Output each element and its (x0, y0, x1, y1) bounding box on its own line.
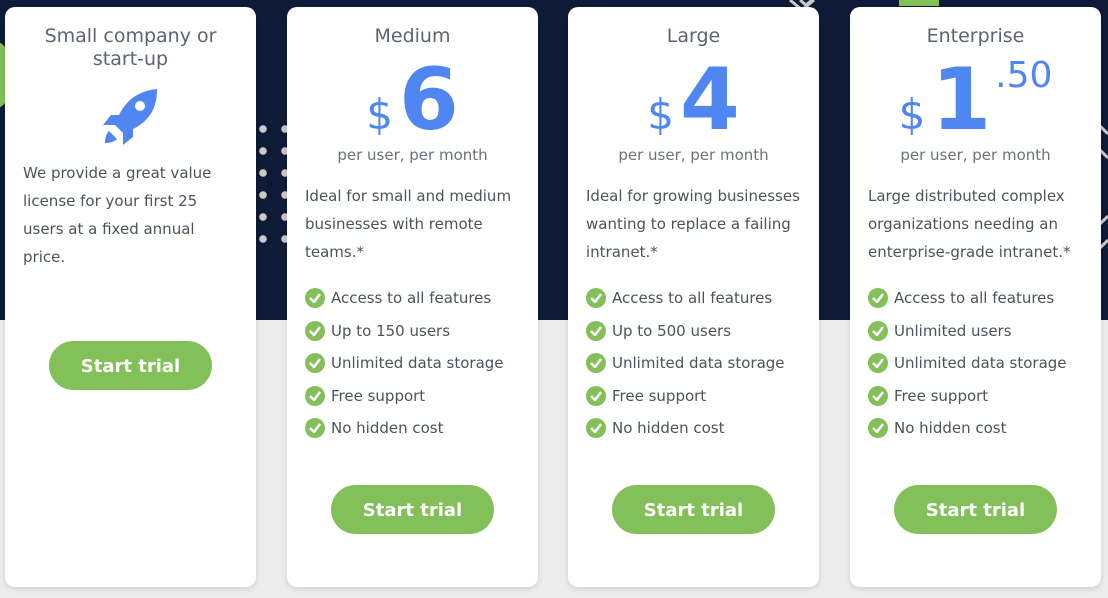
price-amount: 1 (931, 50, 992, 150)
start-trial-button[interactable]: Start trial (49, 341, 212, 390)
feature-label: Free support (331, 386, 426, 405)
feature-label: Free support (612, 386, 707, 405)
check-icon (868, 418, 888, 439)
price: $ 6 (287, 57, 538, 143)
check-icon (868, 385, 888, 406)
feature-label: Unlimited users (894, 321, 1012, 340)
rocket-icon (99, 85, 163, 149)
feature-item: Free support (868, 380, 1083, 413)
start-trial-button[interactable]: Start trial (331, 484, 494, 534)
feature-label: Access to all features (331, 289, 492, 308)
check-icon (305, 418, 325, 439)
decorative-dots (252, 118, 292, 248)
feature-label: No hidden cost (331, 419, 444, 438)
feature-item: Unlimited data storage (586, 347, 801, 380)
feature-item: Unlimited data storage (868, 347, 1083, 380)
check-icon (305, 385, 325, 406)
plan-title: Small company or start-up (44, 25, 217, 70)
check-icon (586, 320, 606, 341)
plan-description: Ideal for growing businesses wanting to … (586, 187, 800, 261)
feature-label: Unlimited data storage (331, 354, 504, 373)
plan-card-large: Large $ 4 per user, per month Ideal for … (568, 7, 819, 587)
plan-card-enterprise: Enterprise $ 1 .50 per user, per month L… (850, 7, 1101, 587)
feature-label: Access to all features (894, 289, 1055, 308)
feature-item: No hidden cost (868, 412, 1083, 445)
check-icon (586, 418, 606, 439)
feature-item: Unlimited users (868, 315, 1083, 348)
feature-list: Access to all features Up to 150 users U… (287, 282, 538, 445)
feature-item: Access to all features (586, 282, 801, 315)
plan-title: Medium (374, 25, 451, 47)
price-amount: 6 (398, 50, 459, 150)
currency-symbol: $ (647, 90, 674, 139)
plan-card-medium: Medium $ 6 per user, per month Ideal for… (287, 7, 538, 587)
check-icon (305, 288, 325, 309)
feature-label: No hidden cost (612, 419, 725, 438)
currency-symbol: $ (898, 90, 926, 139)
feature-label: Up to 150 users (331, 321, 451, 340)
plan-title: Large (666, 25, 721, 47)
plan-description: We provide a great value license for you… (23, 164, 212, 266)
check-icon (868, 353, 888, 374)
feature-item: No hidden cost (586, 412, 801, 445)
feature-list: Access to all features Unlimited users U… (850, 282, 1101, 445)
check-icon (586, 353, 606, 374)
start-trial-button[interactable]: Start trial (894, 484, 1057, 534)
feature-item: Unlimited data storage (305, 347, 520, 380)
check-icon (868, 288, 888, 309)
feature-item: Access to all features (868, 282, 1083, 315)
check-icon (586, 288, 606, 309)
feature-list: Access to all features Up to 500 users U… (568, 282, 819, 445)
plan-title: Enterprise (926, 25, 1025, 47)
plan-description: Large distributed complex organizations … (868, 187, 1071, 261)
feature-item: No hidden cost (305, 412, 520, 445)
feature-label: No hidden cost (894, 419, 1007, 438)
feature-label: Up to 500 users (612, 321, 732, 340)
plan-card-small: Small company or start-up We provide a g… (5, 7, 256, 587)
price: $ 4 (568, 57, 819, 143)
check-icon (305, 320, 325, 341)
start-trial-button[interactable]: Start trial (612, 484, 775, 534)
price: $ 1 .50 (850, 57, 1101, 143)
feature-item: Free support (586, 380, 801, 413)
check-icon (868, 320, 888, 341)
price-cents: .50 (995, 55, 1053, 96)
price-period: per user, per month (337, 146, 488, 164)
price-period: per user, per month (900, 146, 1051, 164)
price-period: per user, per month (618, 146, 769, 164)
feature-item: Access to all features (305, 282, 520, 315)
check-icon (586, 385, 606, 406)
feature-label: Unlimited data storage (612, 354, 785, 373)
feature-label: Unlimited data storage (894, 354, 1067, 373)
plan-description: Ideal for small and medium businesses wi… (305, 187, 512, 261)
price-amount: 4 (679, 50, 740, 150)
feature-label: Access to all features (612, 289, 773, 308)
check-icon (305, 353, 325, 374)
feature-label: Free support (894, 386, 989, 405)
currency-symbol: $ (366, 90, 393, 139)
decorative-shape (899, 0, 939, 6)
feature-item: Up to 500 users (586, 315, 801, 348)
feature-item: Up to 150 users (305, 315, 520, 348)
feature-item: Free support (305, 380, 520, 413)
